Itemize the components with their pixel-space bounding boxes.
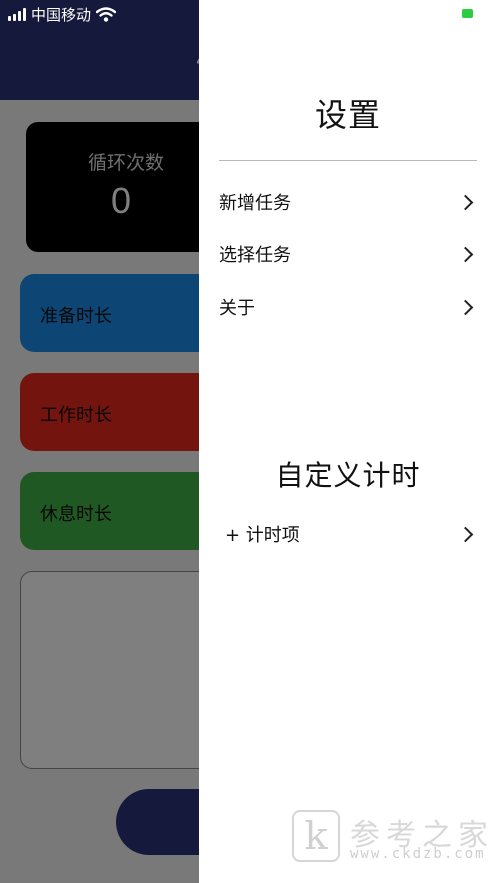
drawer-title: 设置: [314, 96, 381, 134]
menu-item-label: 选择任务: [219, 245, 291, 266]
watermark: k 参考之家 www.ckdzb.com: [290, 808, 490, 864]
signal-bars-icon: [8, 7, 26, 21]
menu-item-new-task[interactable]: 新增任务: [219, 182, 477, 222]
carrier-name: 中国移动: [31, 5, 92, 24]
add-timer-label: + 计时项: [225, 525, 300, 546]
watermark-url: www.ckdzb.com: [350, 846, 486, 862]
drawer-divider: [219, 160, 477, 161]
add-timer-item[interactable]: + 计时项: [225, 514, 477, 554]
chevron-right-icon: [457, 526, 474, 542]
chevron-right-icon: [457, 299, 474, 315]
chevron-right-icon: [457, 194, 474, 210]
chevron-right-icon: [457, 246, 474, 262]
status-bar: 中国移动: [8, 5, 117, 24]
wifi-icon: [96, 6, 117, 22]
menu-item-label: 关于: [219, 298, 255, 319]
menu-item-select-task[interactable]: 选择任务: [219, 234, 477, 274]
menu-item-about[interactable]: 关于: [219, 287, 477, 327]
menu-item-label: 新增任务: [219, 193, 291, 214]
battery-icon: [462, 9, 473, 18]
settings-drawer: 设置 新增任务 选择任务 关于 自定义计时 + 计时项: [199, 0, 497, 883]
custom-timer-title: 自定义计时: [275, 459, 421, 492]
watermark-logo: k: [292, 810, 340, 862]
